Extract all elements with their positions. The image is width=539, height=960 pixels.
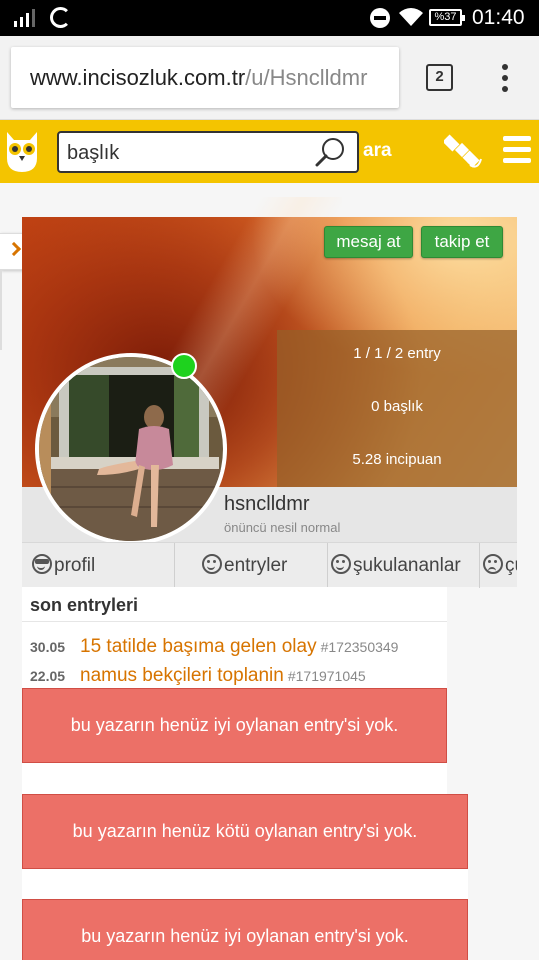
tab-entryler[interactable]: entryler [202, 543, 352, 588]
owl-logo-icon[interactable] [4, 128, 40, 174]
wifi-icon [399, 8, 423, 26]
entry-date: 22.05 [30, 668, 66, 684]
browser-menu-icon[interactable] [500, 64, 510, 94]
entry-row: 30.05 15 tatilde başıma gelen olay #172350… [30, 636, 398, 658]
smile-icon [202, 554, 222, 574]
sync-icon [50, 7, 71, 28]
no-downvoted-entries-notice: bu yazarın henüz kötü oylanan entry'si y… [22, 794, 468, 869]
entry-id-link[interactable]: #172350349 [321, 639, 399, 655]
online-indicator [171, 353, 197, 379]
incipuan-score: 5.28 incipuan [352, 451, 442, 468]
username: hsnclldmr [224, 493, 310, 515]
site-header: ara [0, 120, 539, 183]
do-not-disturb-icon [370, 8, 390, 28]
section-heading: son entryleri [30, 595, 139, 615]
clock: 01:40 [472, 6, 525, 29]
no-upvoted-entries-notice: bu yazarın henüz iyi oylanan entry'si yo… [22, 688, 447, 763]
tab-cuk[interactable]: çük [483, 543, 517, 588]
no-upvoted-entries-notice-2: bu yazarın henüz iyi oylanan entry'si yo… [22, 899, 468, 960]
browser-toolbar: www.incisozluk.com.tr/u/Hsnclldmr 2 [0, 36, 539, 120]
search-box [57, 131, 359, 173]
avatar[interactable] [35, 353, 227, 545]
follow-button[interactable]: takip et [421, 226, 503, 258]
signal-icon [14, 9, 35, 27]
entry-title-link[interactable]: 15 tatilde başıma gelen olay [80, 636, 317, 657]
satellite-icon[interactable] [444, 132, 482, 170]
send-message-button[interactable]: mesaj at [324, 226, 413, 258]
user-rank: önüncü nesil normal [224, 520, 341, 535]
search-icon[interactable] [315, 136, 347, 168]
tab-sukulananlar[interactable]: şukulananlar [331, 543, 481, 588]
status-bar: %37 01:40 [0, 0, 539, 36]
search-button[interactable]: ara [363, 140, 392, 162]
sad-face-icon [483, 554, 503, 574]
address-bar[interactable]: www.incisozluk.com.tr/u/Hsnclldmr [11, 47, 399, 108]
battery-indicator: %37 [429, 9, 465, 26]
search-input[interactable] [67, 140, 307, 166]
entry-date: 30.05 [30, 639, 66, 655]
hamburger-menu-icon[interactable] [503, 136, 531, 169]
tab-profil[interactable]: profil [32, 543, 187, 588]
entry-count: 1 / 1 / 2 entry [353, 345, 441, 362]
profile-stats: 1 / 1 / 2 entry 0 başlık 5.28 incipuan [277, 330, 517, 487]
title-count: 0 başlık [371, 398, 423, 415]
url-text: www.incisozluk.com.tr/u/Hsnclldmr [30, 65, 368, 90]
side-panel-edge [0, 270, 2, 350]
chevron-right-icon [6, 241, 22, 257]
entry-row: 22.05 namus bekçileri toplanin #171971045 [30, 665, 366, 687]
profile-card: mesaj at takip et 1 / 1 / 2 entry 0 başl… [22, 197, 517, 588]
entry-id-link[interactable]: #171971045 [288, 668, 366, 684]
cool-face-icon [32, 554, 52, 574]
profile-tabs: profil entryler şukulananlar çük [22, 542, 517, 588]
smile-icon [331, 554, 351, 574]
tab-switcher-button[interactable]: 2 [426, 64, 453, 91]
entry-title-link[interactable]: namus bekçileri toplanin [80, 665, 284, 686]
